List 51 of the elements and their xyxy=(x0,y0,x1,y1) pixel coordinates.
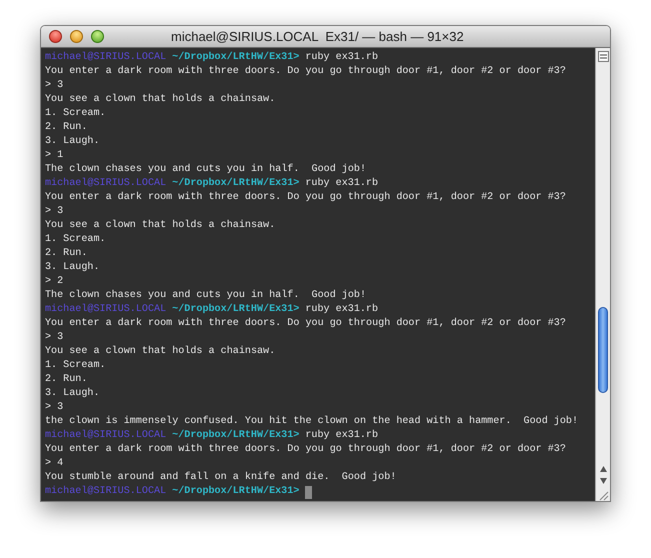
prompt-user: michael@SIRIUS.LOCAL xyxy=(45,429,166,443)
output-text: the clown is immensely confused. You hit the clown on the head with a hammer. Good job! xyxy=(45,415,578,429)
command-text: ruby ex31.rb xyxy=(305,429,378,443)
output-text: 3. Laugh. xyxy=(45,387,100,401)
output-text: You see a clown that holds a chainsaw. xyxy=(45,219,276,233)
scrollbar[interactable] xyxy=(595,48,610,501)
prompt-path: ~/Dropbox/LRtHW/Ex31> xyxy=(172,485,300,499)
scroll-thumb[interactable] xyxy=(598,307,608,393)
output-text: You enter a dark room with three doors. Do you go through door #1, door #2 or door #3? xyxy=(45,191,566,205)
output-text: > 3 xyxy=(45,79,64,93)
output-text: 1. Scream. xyxy=(45,107,106,121)
output-text: 1. Scream. xyxy=(45,233,106,247)
output-text: You see a clown that holds a chainsaw. xyxy=(45,345,276,359)
scroll-up-icon[interactable] xyxy=(598,465,608,473)
command-text: ruby ex31.rb xyxy=(305,177,378,191)
prompt-user: michael@SIRIUS.LOCAL xyxy=(45,177,166,191)
prompt-path: ~/Dropbox/LRtHW/Ex31> xyxy=(172,177,300,191)
output-text: > 3 xyxy=(45,205,64,219)
output-text: > 1 xyxy=(45,149,64,163)
output-text: You enter a dark room with three doors. Do you go through door #1, door #2 or door #3? xyxy=(45,65,566,79)
output-text: > 3 xyxy=(45,401,64,415)
minimize-button[interactable] xyxy=(70,30,83,43)
prompt-path: ~/Dropbox/LRtHW/Ex31> xyxy=(172,51,300,65)
prompt-user: michael@SIRIUS.LOCAL xyxy=(45,303,166,317)
prompt-user: michael@SIRIUS.LOCAL xyxy=(45,485,166,499)
command-text: ruby ex31.rb xyxy=(305,51,378,65)
close-button[interactable] xyxy=(49,30,62,43)
output-text: You stumble around and fall on a knife and die. Good job! xyxy=(45,471,396,485)
output-text: The clown chases you and cuts you in half. Good job! xyxy=(45,289,366,303)
output-text: 2. Run. xyxy=(45,121,88,135)
prompt-path: ~/Dropbox/LRtHW/Ex31> xyxy=(172,303,300,317)
scroll-down-icon[interactable] xyxy=(598,477,608,485)
window-title: michael@SIRIUS.LOCAL Ex31/ — bash — 91×32 xyxy=(171,28,464,46)
output-text: > 3 xyxy=(45,331,64,345)
output-text: 2. Run. xyxy=(45,247,88,261)
output-text: You see a clown that holds a chainsaw. xyxy=(45,93,276,107)
command-text: ruby ex31.rb xyxy=(305,303,378,317)
resize-grip-icon[interactable] xyxy=(597,489,609,501)
output-text: 3. Laugh. xyxy=(45,135,100,149)
output-text: 2. Run. xyxy=(45,373,88,387)
output-text: 1. Scream. xyxy=(45,359,106,373)
zoom-button[interactable] xyxy=(91,30,104,43)
output-text: You enter a dark room with three doors. Do you go through door #1, door #2 or door #3? xyxy=(45,443,566,457)
output-text: 3. Laugh. xyxy=(45,261,100,275)
output-text: > 4 xyxy=(45,457,64,471)
split-icon[interactable] xyxy=(598,51,608,62)
output-text: The clown chases you and cuts you in half. Good job! xyxy=(45,163,366,177)
prompt-user: michael@SIRIUS.LOCAL xyxy=(45,51,166,65)
prompt-path: ~/Dropbox/LRtHW/Ex31> xyxy=(172,429,300,443)
output-text: You enter a dark room with three doors. Do you go through door #1, door #2 or door #3? xyxy=(45,317,566,331)
output-text: > 2 xyxy=(45,275,64,289)
